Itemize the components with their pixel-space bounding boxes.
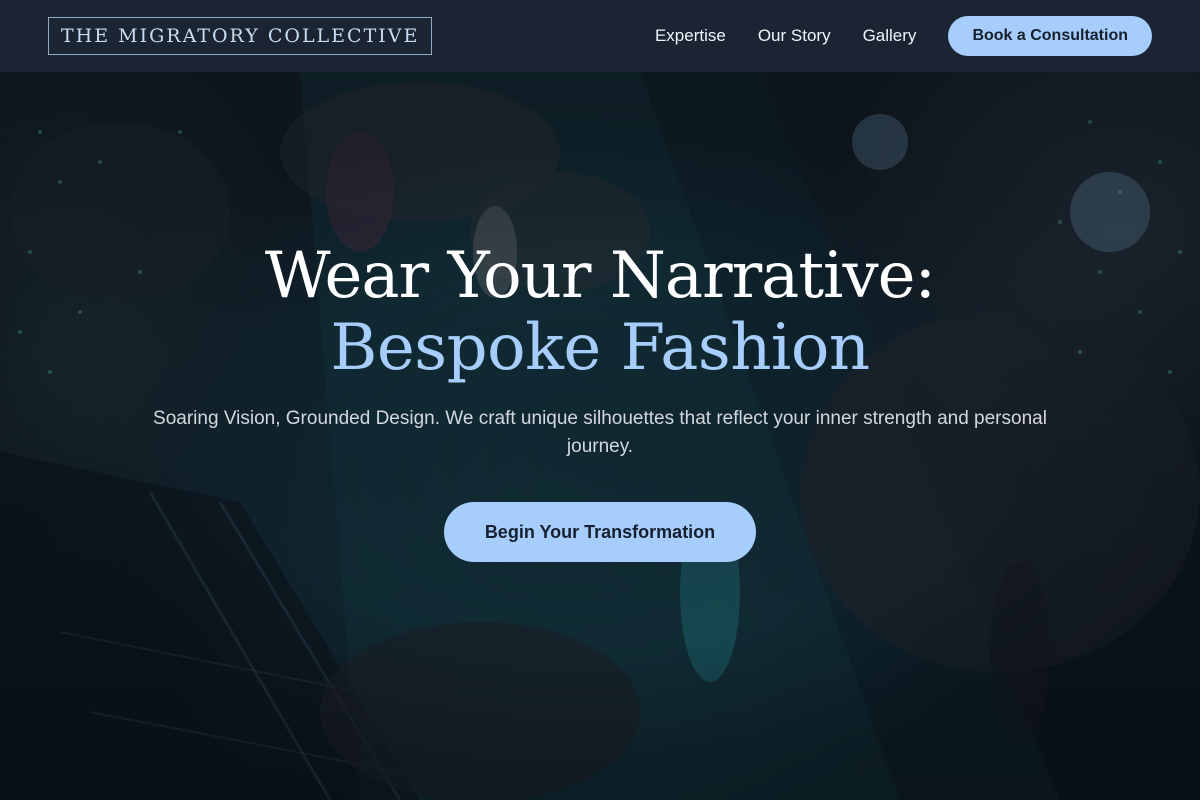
top-navbar: THE MIGRATORY COLLECTIVE Expertise Our S… (0, 0, 1200, 72)
brand-logo[interactable]: THE MIGRATORY COLLECTIVE (48, 17, 433, 55)
hero-subtext: Soaring Vision, Grounded Design. We craf… (153, 408, 1047, 457)
hero-section: Wear Your Narrative: Bespoke Fashion Soa… (0, 72, 1200, 800)
nav-link-expertise[interactable]: Expertise (655, 26, 726, 46)
nav-link-our-story[interactable]: Our Story (758, 26, 831, 46)
begin-transformation-button[interactable]: Begin Your Transformation (444, 502, 756, 562)
nav-links: Expertise Our Story Gallery Book a Consu… (655, 16, 1152, 56)
landing-page: THE MIGRATORY COLLECTIVE Expertise Our S… (0, 0, 1200, 800)
hero-headline: Wear Your Narrative: Bespoke Fashion (100, 240, 1100, 384)
book-consultation-button[interactable]: Book a Consultation (948, 16, 1152, 56)
hero-headline-line1: Wear Your Narrative: (264, 239, 936, 313)
hero-headline-line2: Bespoke Fashion (330, 311, 870, 385)
nav-link-gallery[interactable]: Gallery (863, 26, 917, 46)
